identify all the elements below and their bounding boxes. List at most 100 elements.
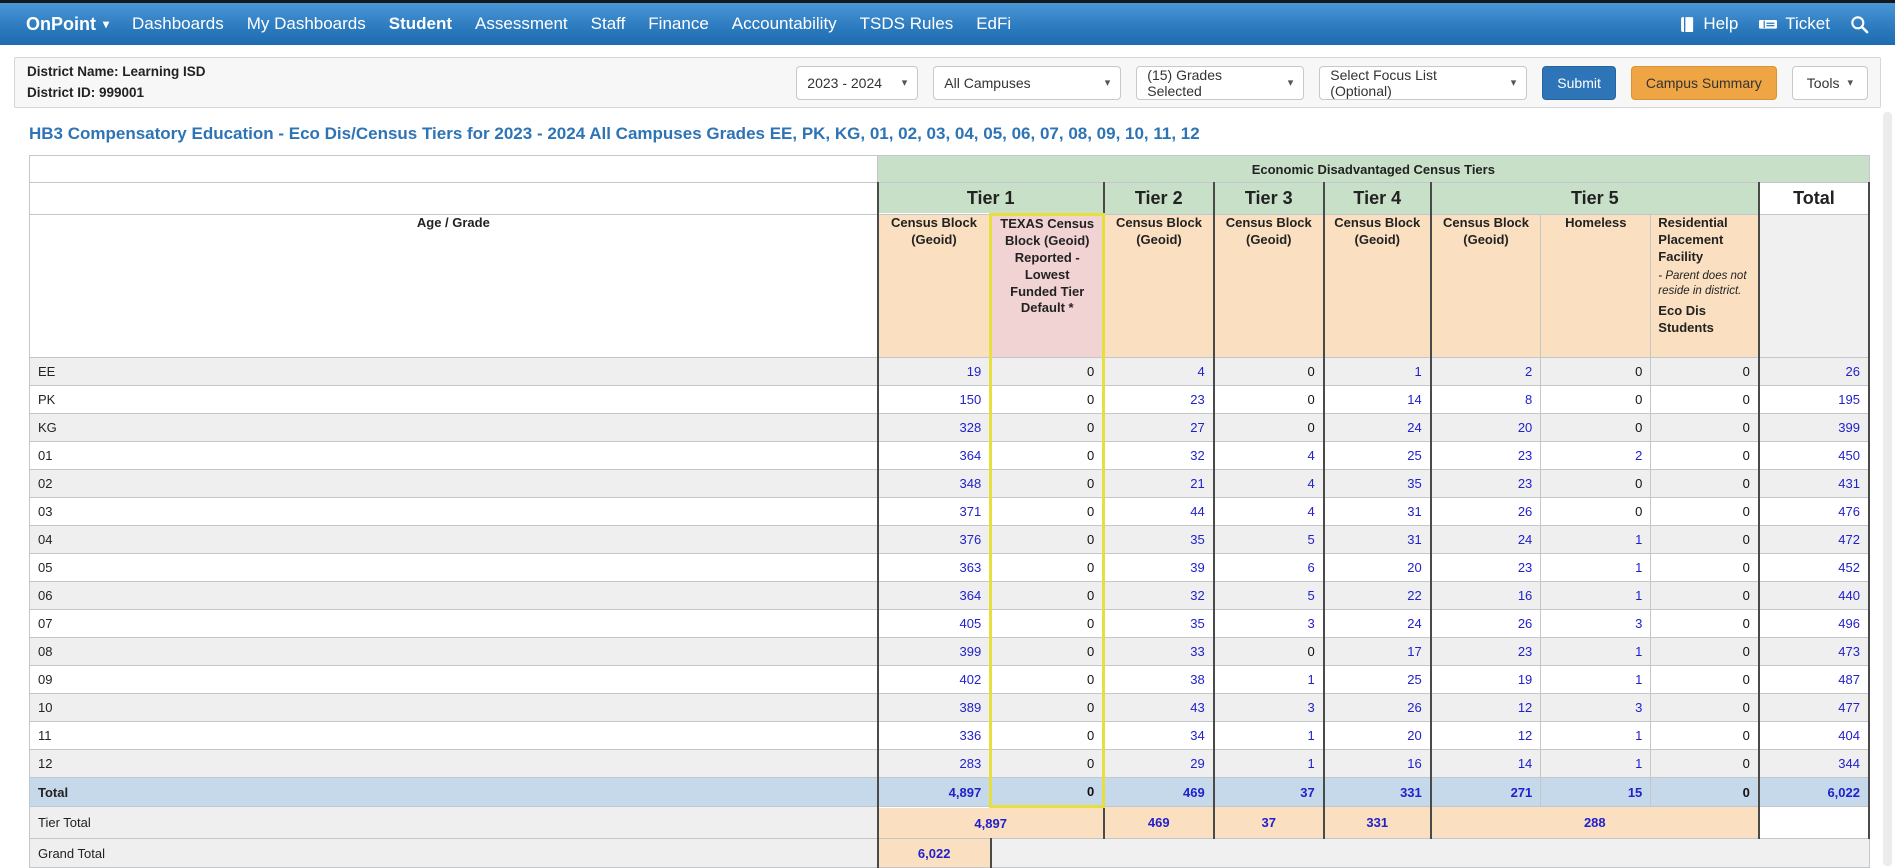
value-cell-link[interactable]: 32 xyxy=(1103,441,1215,470)
value-cell-link[interactable]: 23 xyxy=(1429,553,1542,582)
total-cell-link[interactable]: 331 xyxy=(1322,777,1432,807)
nav-item-finance[interactable]: Finance xyxy=(648,14,708,34)
total-cell-link[interactable]: 4,897 xyxy=(876,777,992,807)
nav-item-tsds-rules[interactable]: TSDS Rules xyxy=(860,14,954,34)
value-cell-link[interactable]: 440 xyxy=(1757,581,1871,610)
tier2-total-link[interactable]: 469 xyxy=(1102,806,1215,839)
value-cell-link[interactable]: 8 xyxy=(1429,385,1542,414)
value-cell-link[interactable]: 5 xyxy=(1212,525,1325,554)
value-cell-link[interactable]: 25 xyxy=(1322,441,1432,470)
value-cell-link[interactable]: 20 xyxy=(1322,553,1432,582)
value-cell-link[interactable]: 35 xyxy=(1103,525,1215,554)
value-cell-link[interactable]: 477 xyxy=(1757,693,1871,722)
value-cell-link[interactable]: 1 xyxy=(1212,721,1325,750)
search-icon[interactable] xyxy=(1850,15,1869,34)
value-cell-link[interactable]: 472 xyxy=(1757,525,1871,554)
tier3-total-link[interactable]: 37 xyxy=(1212,806,1325,839)
value-cell-link[interactable]: 195 xyxy=(1757,385,1871,414)
focus-list-select[interactable]: Select Focus List (Optional) ▾ xyxy=(1319,65,1528,100)
value-cell-link[interactable]: 4 xyxy=(1103,357,1215,386)
tier4-total-link[interactable]: 331 xyxy=(1322,806,1432,839)
value-cell-link[interactable]: 1 xyxy=(1540,525,1652,554)
value-cell-link[interactable]: 336 xyxy=(876,721,992,750)
value-cell-link[interactable]: 1 xyxy=(1212,749,1325,778)
value-cell-link[interactable]: 450 xyxy=(1757,441,1871,470)
vertical-scrollbar[interactable] xyxy=(1883,112,1892,866)
tier5-total-link[interactable]: 288 xyxy=(1429,806,1760,839)
value-cell-link[interactable]: 1 xyxy=(1540,637,1652,666)
value-cell-link[interactable]: 24 xyxy=(1322,413,1432,442)
value-cell-link[interactable]: 12 xyxy=(1429,693,1542,722)
value-cell-link[interactable]: 363 xyxy=(876,553,992,582)
value-cell-link[interactable]: 476 xyxy=(1757,497,1871,526)
value-cell-link[interactable]: 150 xyxy=(876,385,992,414)
nav-item-edfi[interactable]: EdFi xyxy=(976,14,1011,34)
value-cell-link[interactable]: 3 xyxy=(1540,693,1652,722)
value-cell-link[interactable]: 43 xyxy=(1103,693,1215,722)
value-cell-link[interactable]: 14 xyxy=(1322,385,1432,414)
value-cell-link[interactable]: 4 xyxy=(1212,497,1325,526)
help-link[interactable]: Help xyxy=(1679,14,1738,34)
value-cell-link[interactable]: 14 xyxy=(1429,749,1542,778)
value-cell-link[interactable]: 283 xyxy=(876,749,992,778)
value-cell-link[interactable]: 19 xyxy=(1429,665,1542,694)
value-cell-link[interactable]: 24 xyxy=(1322,609,1432,638)
value-cell-link[interactable]: 21 xyxy=(1103,469,1215,498)
campus-select[interactable]: All Campuses ▾ xyxy=(933,65,1122,100)
value-cell-link[interactable]: 38 xyxy=(1103,665,1215,694)
total-cell-link[interactable]: 15 xyxy=(1540,777,1652,807)
value-cell-link[interactable]: 5 xyxy=(1212,581,1325,610)
tier1-total-link[interactable]: 4,897 xyxy=(876,806,1105,839)
value-cell-link[interactable]: 16 xyxy=(1322,749,1432,778)
value-cell-link[interactable]: 17 xyxy=(1322,637,1432,666)
value-cell-link[interactable]: 371 xyxy=(876,497,992,526)
value-cell-link[interactable]: 431 xyxy=(1757,469,1871,498)
value-cell-link[interactable]: 23 xyxy=(1429,637,1542,666)
value-cell-link[interactable]: 405 xyxy=(876,609,992,638)
value-cell-link[interactable]: 2 xyxy=(1429,357,1542,386)
value-cell-link[interactable]: 404 xyxy=(1757,721,1871,750)
ticket-link[interactable]: Ticket xyxy=(1758,14,1830,34)
value-cell-link[interactable]: 473 xyxy=(1757,637,1871,666)
value-cell-link[interactable]: 44 xyxy=(1103,497,1215,526)
value-cell-link[interactable]: 26 xyxy=(1322,693,1432,722)
value-cell-link[interactable]: 3 xyxy=(1540,609,1652,638)
value-cell-link[interactable]: 1 xyxy=(1540,553,1652,582)
value-cell-link[interactable]: 487 xyxy=(1757,665,1871,694)
value-cell-link[interactable]: 39 xyxy=(1103,553,1215,582)
total-cell-link[interactable]: 469 xyxy=(1103,777,1215,807)
value-cell-link[interactable]: 4 xyxy=(1212,469,1325,498)
value-cell-link[interactable]: 35 xyxy=(1103,609,1215,638)
value-cell-link[interactable]: 364 xyxy=(876,581,992,610)
value-cell-link[interactable]: 1 xyxy=(1212,665,1325,694)
value-cell-link[interactable]: 25 xyxy=(1322,665,1432,694)
nav-item-accountability[interactable]: Accountability xyxy=(732,14,837,34)
value-cell-link[interactable]: 389 xyxy=(876,693,992,722)
value-cell-link[interactable]: 3 xyxy=(1212,693,1325,722)
value-cell-link[interactable]: 20 xyxy=(1322,721,1432,750)
grades-select[interactable]: (15) Grades Selected ▾ xyxy=(1136,65,1305,100)
value-cell-link[interactable]: 6 xyxy=(1212,553,1325,582)
value-cell-link[interactable]: 376 xyxy=(876,525,992,554)
brand-menu-onpoint[interactable]: OnPoint ▾ xyxy=(26,14,109,35)
nav-item-student[interactable]: Student xyxy=(389,14,452,34)
value-cell-link[interactable]: 348 xyxy=(876,469,992,498)
value-cell-link[interactable]: 1 xyxy=(1322,357,1432,386)
value-cell-link[interactable]: 23 xyxy=(1429,441,1542,470)
campus-summary-button[interactable]: Campus Summary xyxy=(1630,65,1777,100)
total-cell-link[interactable]: 6,022 xyxy=(1757,777,1871,807)
value-cell-link[interactable]: 12 xyxy=(1429,721,1542,750)
value-cell-link[interactable]: 35 xyxy=(1322,469,1432,498)
value-cell-link[interactable]: 24 xyxy=(1429,525,1542,554)
value-cell-link[interactable]: 26 xyxy=(1429,497,1542,526)
nav-item-dashboards[interactable]: Dashboards xyxy=(132,14,224,34)
value-cell-link[interactable]: 1 xyxy=(1540,721,1652,750)
value-cell-link[interactable]: 364 xyxy=(876,441,992,470)
value-cell-link[interactable]: 1 xyxy=(1540,749,1652,778)
value-cell-link[interactable]: 34 xyxy=(1103,721,1215,750)
value-cell-link[interactable]: 32 xyxy=(1103,581,1215,610)
value-cell-link[interactable]: 399 xyxy=(876,637,992,666)
value-cell-link[interactable]: 4 xyxy=(1212,441,1325,470)
value-cell-link[interactable]: 33 xyxy=(1103,637,1215,666)
nav-item-my-dashboards[interactable]: My Dashboards xyxy=(247,14,366,34)
